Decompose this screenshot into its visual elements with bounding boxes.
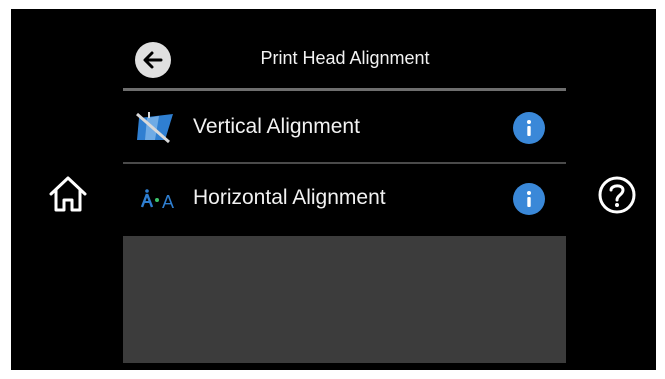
home-button[interactable]	[44, 170, 92, 218]
help-button[interactable]	[597, 175, 637, 215]
home-icon	[49, 176, 87, 212]
info-button[interactable]	[513, 112, 545, 144]
empty-list-area	[123, 236, 566, 363]
help-icon	[598, 176, 636, 214]
menu-item-vertical-alignment[interactable]: Vertical Alignment	[123, 92, 566, 162]
header-divider	[123, 88, 566, 91]
svg-text:A: A	[162, 192, 174, 212]
menu-item-label: Vertical Alignment	[193, 115, 360, 138]
info-icon	[527, 120, 531, 136]
page-title: Print Head Alignment	[260, 48, 430, 68]
vertical-alignment-icon	[136, 112, 173, 144]
info-button[interactable]	[513, 183, 545, 215]
back-button[interactable]	[135, 42, 171, 78]
menu-item-horizontal-alignment[interactable]: A Horizontal Alignment	[123, 163, 566, 233]
menu-item-label: Horizontal Alignment	[193, 186, 386, 209]
info-icon	[527, 191, 531, 207]
back-arrow-icon	[143, 51, 163, 69]
horizontal-alignment-icon: A	[140, 189, 174, 212]
